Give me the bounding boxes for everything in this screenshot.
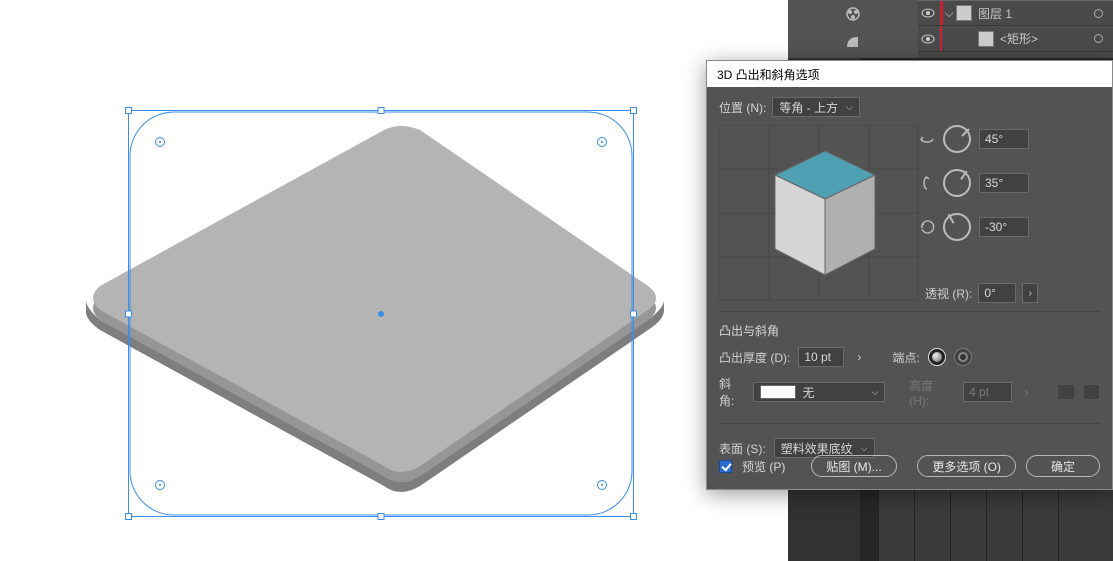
color-tool-icon[interactable] (841, 2, 865, 26)
chevron-down-icon: ⌵ (846, 102, 853, 113)
perspective-label: 透视 (R): (925, 285, 972, 302)
bevel-value: 无 (802, 384, 814, 401)
cap-on-button[interactable] (928, 348, 946, 366)
bevel-select[interactable]: 无 ⌵ (753, 382, 885, 402)
stepper-icon[interactable]: › (852, 350, 866, 364)
rotate-y-icon (919, 175, 935, 191)
preview-checkbox[interactable] (719, 460, 732, 473)
position-select[interactable]: 等角 - 上方 ⌵ (772, 97, 860, 117)
rotate-y-input[interactable]: 35° (979, 173, 1029, 193)
visibility-icon[interactable] (920, 31, 936, 47)
perspective-stepper[interactable]: › (1022, 283, 1038, 303)
disclosure-icon[interactable]: ⌵ (942, 6, 956, 21)
rotate-y-row: 35° (919, 169, 1029, 197)
target-icon[interactable] (1094, 9, 1103, 18)
preview-label: 预览 (P) (742, 458, 785, 475)
corner-widget[interactable] (597, 480, 607, 490)
rotate-x-input[interactable]: 45° (979, 129, 1029, 149)
map-art-button[interactable]: 贴图 (M)... (811, 455, 896, 477)
cap-label: 端点: (892, 349, 919, 366)
layer-sub-row[interactable]: <矩形> (918, 26, 1113, 52)
chevron-down-icon: ⌵ (861, 443, 868, 454)
corner-widget[interactable] (155, 480, 165, 490)
rotate-z-input[interactable]: -30° (979, 217, 1029, 237)
rotate-y-dial[interactable] (943, 169, 971, 197)
cap-off-button[interactable] (954, 348, 972, 366)
chevron-down-icon: ⌵ (872, 387, 879, 398)
object-swatch (978, 31, 994, 47)
ok-button[interactable]: 确定 (1026, 455, 1100, 477)
rotate-x-row: 45° (919, 125, 1029, 153)
bevel-swatch (760, 385, 796, 399)
perspective-input[interactable]: 0° (978, 283, 1016, 303)
layers-panel[interactable]: ⌵ 图层 1 <矩形> (788, 0, 1113, 58)
surface-label: 表面 (S): (719, 440, 766, 457)
bevel-label: 斜角: (719, 375, 745, 409)
bevel-extent-out-icon (1083, 384, 1100, 400)
shape-tool-icon[interactable] (841, 30, 865, 54)
rotate-z-dial[interactable] (943, 213, 971, 241)
surface-value: 塑料效果底纹 (781, 440, 853, 457)
position-value: 等角 - 上方 (779, 99, 838, 116)
center-point (378, 311, 384, 317)
bevel-height-label: 高度 (H): (909, 377, 955, 408)
layer-label: 图层 1 (978, 5, 1012, 22)
corner-widget[interactable] (597, 137, 607, 147)
canvas[interactable] (0, 0, 788, 561)
layer-row[interactable]: ⌵ 图层 1 (918, 0, 1113, 26)
position-label: 位置 (N): (719, 99, 766, 116)
extrude-depth-input[interactable]: 10 pt (798, 347, 844, 367)
target-icon[interactable] (1094, 34, 1103, 43)
object-label: <矩形> (1000, 30, 1038, 47)
rotate-x-icon (919, 131, 935, 147)
track-cube[interactable] (765, 145, 885, 285)
3d-extrude-dialog[interactable]: 3D 凸出和斜角选项 位置 (N): 等角 - 上方 ⌵ (706, 60, 1113, 490)
extrude-depth-label: 凸出厚度 (D): (719, 349, 790, 366)
bevel-extent-in-icon (1057, 384, 1074, 400)
stepper-icon: › (1020, 385, 1034, 399)
layer-swatch (956, 5, 972, 21)
bevel-height-input: 4 pt (963, 382, 1012, 402)
corner-widget[interactable] (155, 137, 165, 147)
rotate-x-dial[interactable] (943, 125, 971, 153)
extrude-section-title: 凸出与斜角 (719, 322, 1100, 339)
selection-bounding-box[interactable] (128, 110, 634, 517)
visibility-icon[interactable] (920, 5, 936, 21)
more-options-button[interactable]: 更多选项 (O) (917, 455, 1016, 477)
dialog-title: 3D 凸出和斜角选项 (707, 61, 1112, 87)
rotate-z-row: -30° (919, 213, 1029, 241)
rotate-z-icon (919, 219, 935, 235)
